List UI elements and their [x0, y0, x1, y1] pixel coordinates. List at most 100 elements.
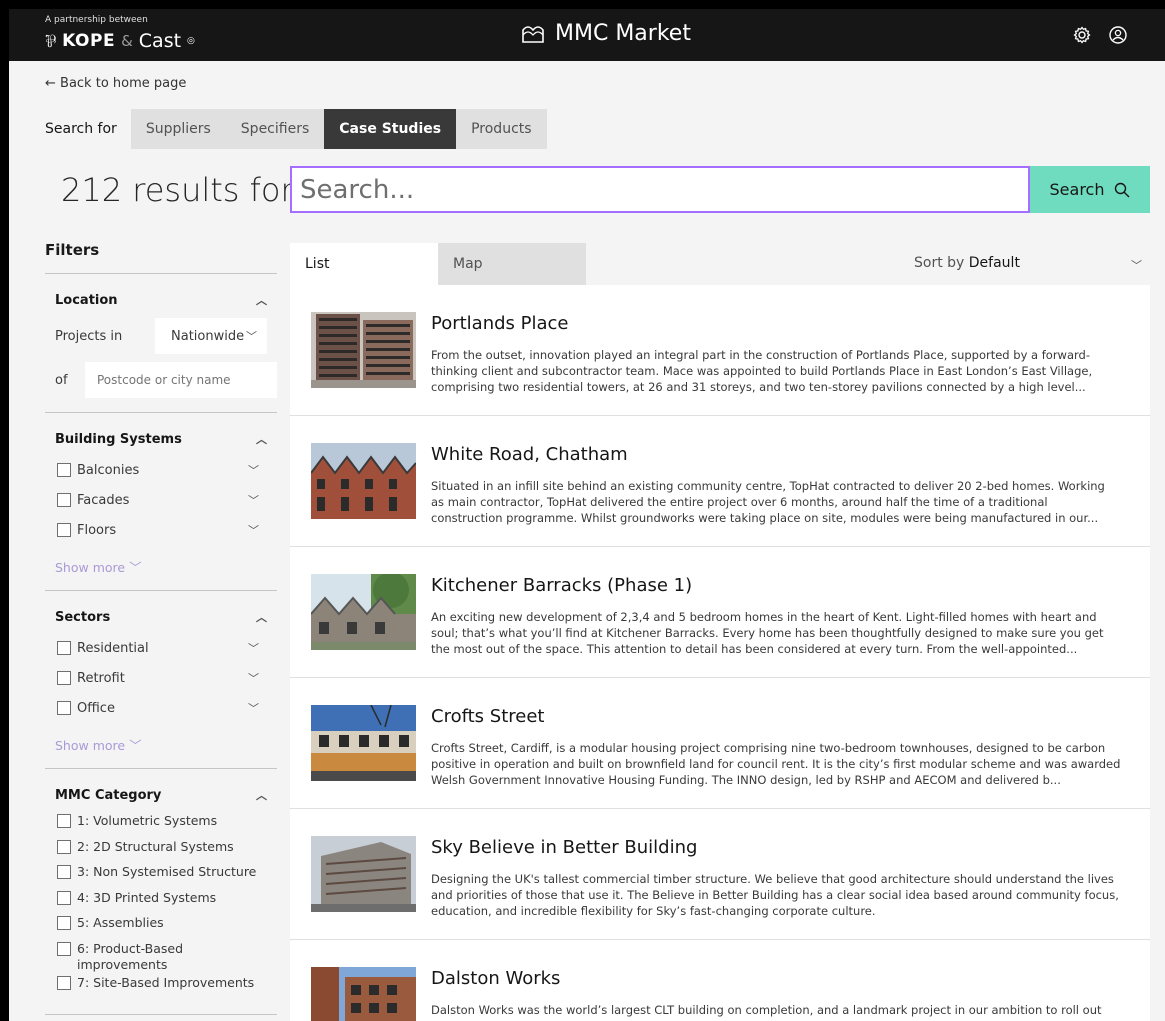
tab-suppliers[interactable]: Suppliers	[130, 109, 226, 149]
filter-mmc-7[interactable]: 7: Site-Based Improvements	[45, 975, 277, 1001]
back-to-home-link[interactable]: ← Back to home page	[45, 76, 186, 91]
mmc-category-header[interactable]: MMC Category ︿	[45, 785, 277, 805]
chevron-down-icon: ﹀	[129, 738, 142, 753]
projects-in-select[interactable]: Nationwide ﹀	[155, 318, 267, 354]
project-thumbnail	[311, 705, 416, 781]
app-title[interactable]: MMC Market	[521, 21, 691, 46]
filter-mmc-1[interactable]: 1: Volumetric Systems	[45, 813, 277, 839]
checkbox[interactable]	[57, 463, 71, 477]
checkbox[interactable]	[57, 493, 71, 507]
building-systems-header[interactable]: Building Systems ︿	[45, 429, 277, 449]
cast-logo-mark-icon: ◎	[187, 35, 195, 46]
filter-label: Floors	[77, 522, 117, 538]
filter-label: Balconies	[77, 462, 140, 478]
chevron-down-icon[interactable]: ﹀	[248, 640, 259, 656]
card-title: Crofts Street	[431, 706, 545, 727]
card-title: Portlands Place	[431, 313, 569, 334]
chevron-down-icon[interactable]: ﹀	[248, 670, 259, 686]
filter-mmc-2[interactable]: 2: 2D Structural Systems	[45, 839, 277, 865]
checkbox[interactable]	[57, 701, 71, 715]
filter-mmc-3[interactable]: 3: Non Systemised Structure	[45, 864, 277, 890]
search-input[interactable]	[290, 166, 1030, 213]
brand-logos[interactable]: ⅌ KOPE & Cast ◎	[45, 29, 195, 53]
checkbox[interactable]	[57, 641, 71, 655]
wave-building-icon	[522, 25, 544, 43]
sort-dropdown[interactable]: Sort by Default	[914, 255, 1020, 271]
filters-title: Filters	[45, 241, 277, 274]
tab-map[interactable]: Map	[438, 243, 586, 285]
card-title: Dalston Works	[431, 968, 561, 989]
checkbox[interactable]	[57, 975, 71, 990]
show-more-building-systems[interactable]: Show more ﹀	[45, 557, 277, 576]
result-card[interactable]: Kitchener Barracks (Phase 1) An exciting…	[290, 547, 1150, 678]
filter-label: 1: Volumetric Systems	[77, 813, 218, 828]
filter-label: Office	[77, 700, 115, 716]
tab-case-studies[interactable]: Case Studies	[324, 109, 457, 149]
result-card[interactable]: Crofts Street Crofts Street, Cardiff, is…	[290, 678, 1150, 809]
show-more-label: Show more	[55, 560, 126, 575]
gear-icon[interactable]	[1072, 25, 1092, 45]
checkbox[interactable]	[57, 941, 71, 956]
filter-group-mmc-category: MMC Category ︿ 1: Volumetric Systems 2: …	[45, 769, 277, 1015]
result-card[interactable]: White Road, Chatham Situated in an infil…	[290, 416, 1150, 547]
tab-list[interactable]: List	[290, 243, 438, 285]
sort-label: Sort by	[914, 255, 965, 271]
result-card[interactable]: Sky Believe in Better Building Designing…	[290, 809, 1150, 940]
projects-in-row: Projects in Nationwide ﹀	[45, 318, 277, 354]
chevron-down-icon: ﹀	[246, 330, 257, 343]
user-circle-icon[interactable]	[1108, 25, 1128, 45]
search-button[interactable]: Search	[1030, 166, 1150, 213]
filter-mmc-4[interactable]: 4: 3D Printed Systems	[45, 890, 277, 916]
filter-retrofit[interactable]: Retrofit ﹀	[45, 663, 277, 693]
checkbox[interactable]	[57, 890, 71, 905]
sectors-header[interactable]: Sectors ︿	[45, 607, 277, 627]
filter-label: 5: Assemblies	[77, 915, 164, 930]
projects-in-label: Projects in	[55, 328, 123, 344]
checkbox[interactable]	[57, 814, 71, 828]
result-card[interactable]: Dalston Works Dalston Works was the worl…	[290, 940, 1150, 1021]
project-thumbnail	[311, 574, 416, 650]
filter-mmc-5[interactable]: 5: Assemblies	[45, 915, 277, 941]
filter-balconies[interactable]: Balconies ﹀	[45, 455, 277, 485]
app-title-text: MMC Market	[555, 21, 691, 46]
project-thumbnail	[311, 967, 416, 1021]
chevron-down-icon[interactable]: ﹀	[248, 462, 259, 478]
checkbox[interactable]	[57, 839, 71, 854]
show-more-sectors[interactable]: Show more ﹀	[45, 735, 277, 754]
checkbox[interactable]	[57, 523, 71, 537]
checkbox[interactable]	[57, 916, 71, 930]
chevron-down-icon: ﹀	[129, 560, 142, 575]
filter-label: 6: Product-Based improvements	[77, 940, 184, 972]
filter-group-sectors: Sectors ︿ Residential ﹀ Retrofit ﹀ Offic…	[45, 591, 277, 769]
results-count: 212 results for	[61, 171, 294, 209]
checkbox[interactable]	[57, 671, 71, 685]
filter-label: Residential	[77, 640, 149, 656]
card-description: Dalston Works was the world’s largest CL…	[431, 1003, 1102, 1021]
result-card[interactable]: Portlands Place From the outset, innovat…	[290, 285, 1150, 416]
filter-floors[interactable]: Floors ﹀	[45, 515, 277, 545]
chevron-down-icon[interactable]: ﹀	[248, 492, 259, 508]
postcode-row: of	[45, 362, 277, 398]
chevron-up-icon: ︿	[256, 433, 267, 446]
chevron-down-icon[interactable]: ﹀	[1131, 257, 1142, 273]
projects-in-value: Nationwide	[171, 328, 245, 344]
filter-label: 3: Non Systemised Structure	[77, 864, 257, 879]
filter-label: 2: 2D Structural Systems	[77, 838, 234, 854]
filter-mmc-6[interactable]: 6: Product-Based improvements	[45, 941, 277, 975]
filter-office[interactable]: Office ﹀	[45, 693, 277, 723]
tab-products[interactable]: Products	[456, 109, 547, 149]
chevron-up-icon: ︿	[256, 294, 267, 307]
partnership-text: A partnership between	[45, 15, 148, 25]
checkbox[interactable]	[57, 865, 71, 879]
chevron-down-icon[interactable]: ﹀	[248, 522, 259, 538]
location-header[interactable]: Location ︿	[45, 290, 277, 310]
card-title: Sky Believe in Better Building	[431, 837, 698, 858]
brand-ampersand: &	[121, 31, 133, 50]
filter-group-building-systems: Building Systems ︿ Balconies ﹀ Facades ﹀…	[45, 413, 277, 591]
tab-specifiers[interactable]: Specifiers	[225, 109, 325, 149]
postcode-input[interactable]	[85, 362, 277, 398]
project-thumbnail	[311, 312, 416, 388]
filter-residential[interactable]: Residential ﹀	[45, 633, 277, 663]
filter-facades[interactable]: Facades ﹀	[45, 485, 277, 515]
chevron-down-icon[interactable]: ﹀	[248, 700, 259, 716]
